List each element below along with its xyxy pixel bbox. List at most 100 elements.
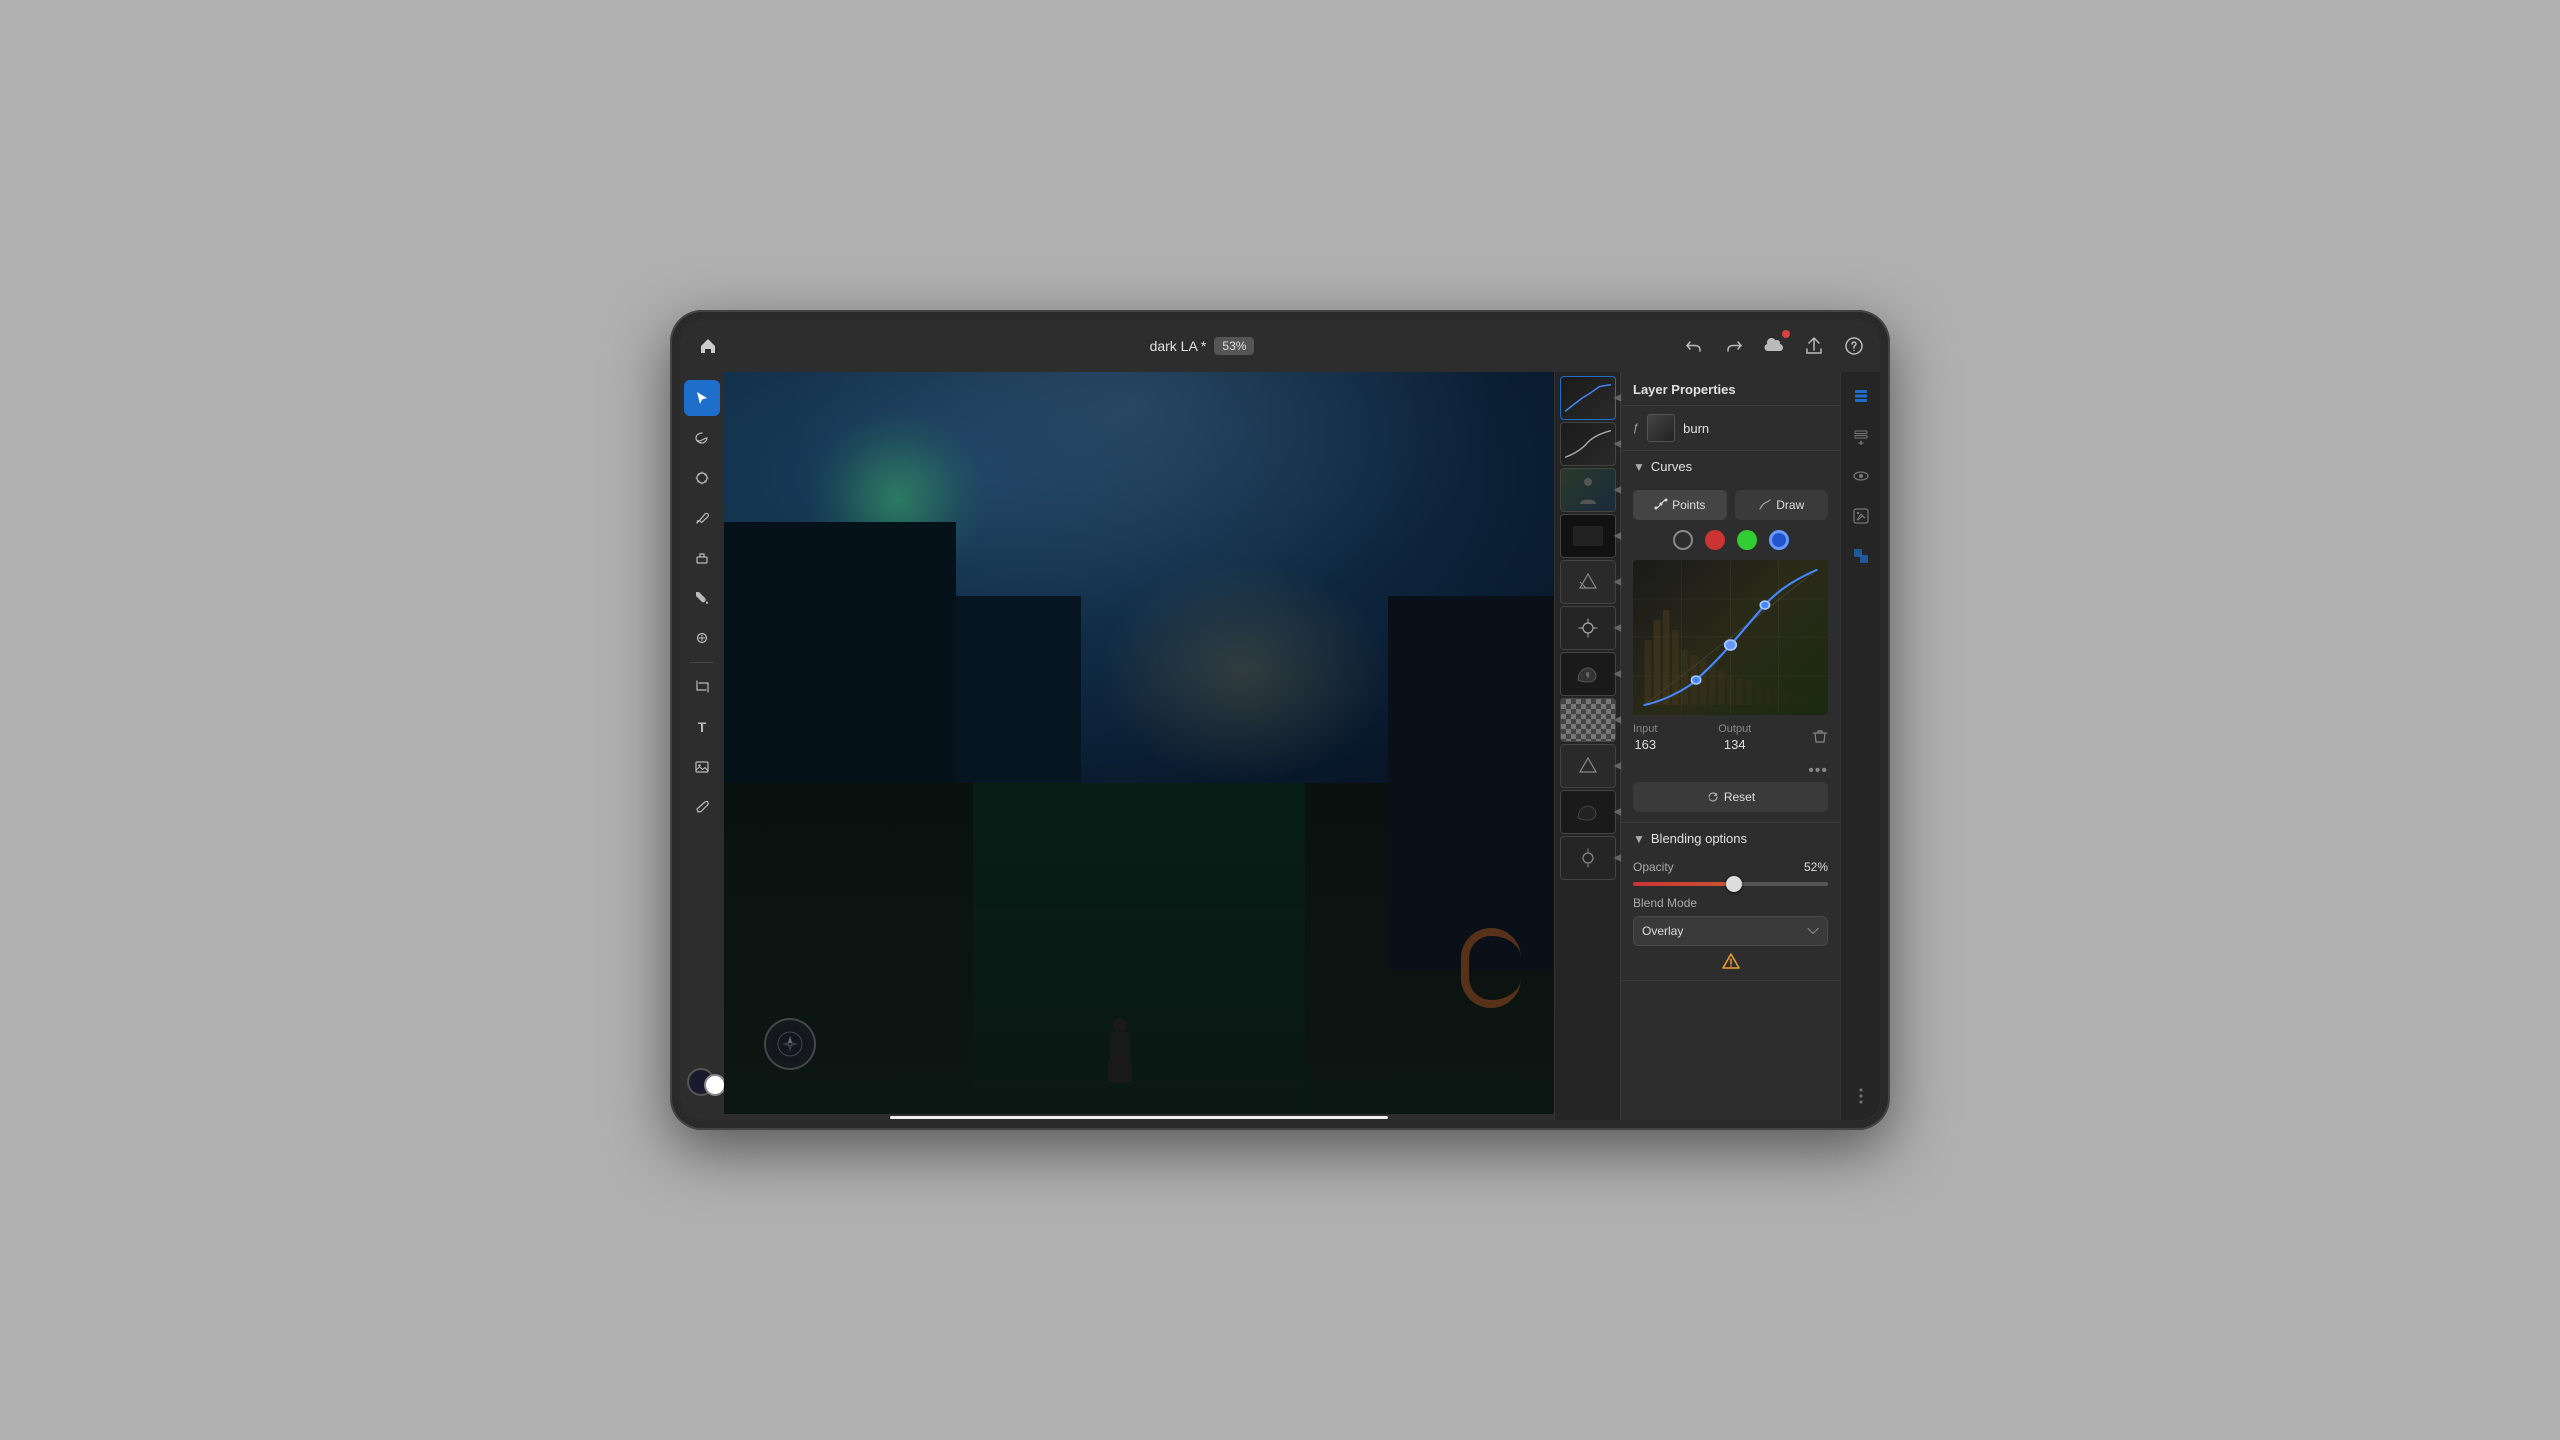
layer-row-6: ◀ [1560, 606, 1616, 650]
opacity-row: Opacity 52% [1633, 860, 1828, 874]
share-button[interactable] [1800, 332, 1828, 360]
layer-name-row: ƒ burn [1621, 406, 1840, 451]
left-toolbar: T [680, 372, 724, 1120]
output-group: Output 134 [1718, 723, 1751, 752]
curves-mode-buttons: Points Draw [1633, 490, 1828, 520]
curves-graph[interactable] [1633, 560, 1828, 715]
layer-expand-8[interactable]: ◀ [1614, 715, 1626, 726]
canvas-area[interactable] [724, 372, 1554, 1120]
blend-options-button[interactable] [1845, 540, 1877, 572]
tool-fill[interactable] [684, 580, 720, 616]
curves-section-header[interactable]: ▼ Curves [1621, 451, 1840, 482]
layer-thumb-3[interactable] [1560, 468, 1616, 512]
layers-strip: ◀ ◀ [1554, 372, 1620, 1120]
cloud-button[interactable] [1760, 332, 1788, 360]
top-bar-right [1680, 332, 1868, 360]
output-label: Output [1718, 723, 1751, 735]
tool-crop[interactable] [684, 669, 720, 705]
layer-thumb-8[interactable] [1560, 698, 1616, 742]
opacity-value: 52% [1804, 860, 1828, 874]
reset-button[interactable]: Reset [1633, 782, 1828, 812]
layer-row-5: ◀ [1560, 560, 1616, 604]
layer-properties-header: Layer Properties [1621, 372, 1840, 406]
tool-image[interactable] [684, 749, 720, 785]
channel-red[interactable] [1705, 530, 1725, 550]
output-value: 134 [1724, 737, 1746, 752]
visibility-button[interactable] [1845, 460, 1877, 492]
layer-thumb-1[interactable] [1560, 376, 1616, 420]
tool-lasso[interactable] [684, 420, 720, 456]
blending-title: Blending options [1651, 831, 1828, 846]
opacity-label: Opacity [1633, 860, 1674, 874]
opacity-slider-thumb[interactable] [1726, 876, 1742, 892]
opacity-slider-fill [1633, 882, 1734, 886]
layer-thumb-9[interactable] [1560, 744, 1616, 788]
top-bar-center: dark LA * 53% [1150, 337, 1255, 355]
layer-thumb-7[interactable] [1560, 652, 1616, 696]
canvas-scrubber[interactable] [724, 1114, 1554, 1120]
tool-select[interactable] [684, 380, 720, 416]
points-button[interactable]: Points [1633, 490, 1727, 520]
tool-eyedropper[interactable] [684, 789, 720, 825]
more-options-button[interactable]: ••• [1633, 760, 1828, 782]
layer-expand-11[interactable]: ◀ [1614, 853, 1626, 864]
layer-expand-5[interactable]: ◀ [1614, 577, 1626, 588]
top-bar: dark LA * 53% [680, 320, 1880, 372]
layer-thumb-5[interactable] [1560, 560, 1616, 604]
curves-section: ▼ Curves [1621, 451, 1840, 823]
layer-expand-2[interactable]: ◀ [1614, 439, 1626, 450]
blending-header[interactable]: ▼ Blending options [1621, 823, 1840, 854]
zoom-badge[interactable]: 53% [1214, 337, 1254, 355]
curves-section-title: Curves [1651, 459, 1828, 474]
layers-panel-button[interactable] [1845, 380, 1877, 412]
draw-button[interactable]: Draw [1735, 490, 1829, 520]
top-bar-left [692, 330, 724, 362]
layer-expand-4[interactable]: ◀ [1614, 531, 1626, 542]
tool-eraser[interactable] [684, 540, 720, 576]
channel-blue[interactable] [1769, 530, 1789, 550]
delete-point-button[interactable] [1812, 728, 1828, 747]
curves-collapse-icon: ▼ [1633, 460, 1645, 474]
layer-thumb-4[interactable] [1560, 514, 1616, 558]
cloud-badge [1782, 330, 1790, 338]
add-layer-button[interactable] [1845, 420, 1877, 452]
layer-row-9: ◀ [1560, 744, 1616, 788]
right-panel: Layer Properties ƒ burn ▼ Curves [1620, 372, 1840, 1120]
layer-name[interactable]: burn [1683, 421, 1709, 436]
opacity-slider[interactable] [1633, 882, 1828, 886]
layer-row-8: ◀ [1560, 698, 1616, 742]
tool-magic-select[interactable] [684, 460, 720, 496]
channel-white[interactable] [1673, 530, 1693, 550]
layer-expand-1[interactable]: ◀ [1614, 393, 1626, 404]
redo-button[interactable] [1720, 332, 1748, 360]
layer-thumb-2[interactable] [1560, 422, 1616, 466]
layer-thumb-11[interactable] [1560, 836, 1616, 880]
blend-mode-select[interactable]: Overlay [1633, 916, 1828, 946]
layer-expand-3[interactable]: ◀ [1614, 485, 1626, 496]
curves-io: Input 163 Output 134 [1633, 723, 1828, 752]
scene-overlay [724, 372, 1554, 1120]
layer-expand-10[interactable]: ◀ [1614, 807, 1626, 818]
scrubber-track [890, 1116, 1388, 1119]
background-color[interactable] [704, 1074, 726, 1096]
layer-expand-9[interactable]: ◀ [1614, 761, 1626, 772]
panel-icons [1840, 372, 1880, 1120]
project-title: dark LA * [1150, 338, 1207, 354]
tool-clone[interactable] [684, 620, 720, 656]
tablet-frame: dark LA * 53% [670, 310, 1890, 1130]
undo-button[interactable] [1680, 332, 1708, 360]
channel-green[interactable] [1737, 530, 1757, 550]
compass-widget[interactable] [764, 1018, 816, 1070]
blending-collapse-icon: ▼ [1633, 832, 1645, 846]
layer-thumb-6[interactable] [1560, 606, 1616, 650]
layer-row-7: ◀ [1560, 652, 1616, 696]
layer-thumb-10[interactable] [1560, 790, 1616, 834]
image-adjust-button[interactable] [1845, 500, 1877, 532]
help-button[interactable] [1840, 332, 1868, 360]
tool-pen[interactable] [684, 500, 720, 536]
tool-text[interactable]: T [684, 709, 720, 745]
more-panel-options[interactable] [1845, 1080, 1877, 1112]
layer-expand-6[interactable]: ◀ [1614, 623, 1626, 634]
layer-expand-7[interactable]: ◀ [1614, 669, 1626, 680]
home-button[interactable] [692, 330, 724, 362]
